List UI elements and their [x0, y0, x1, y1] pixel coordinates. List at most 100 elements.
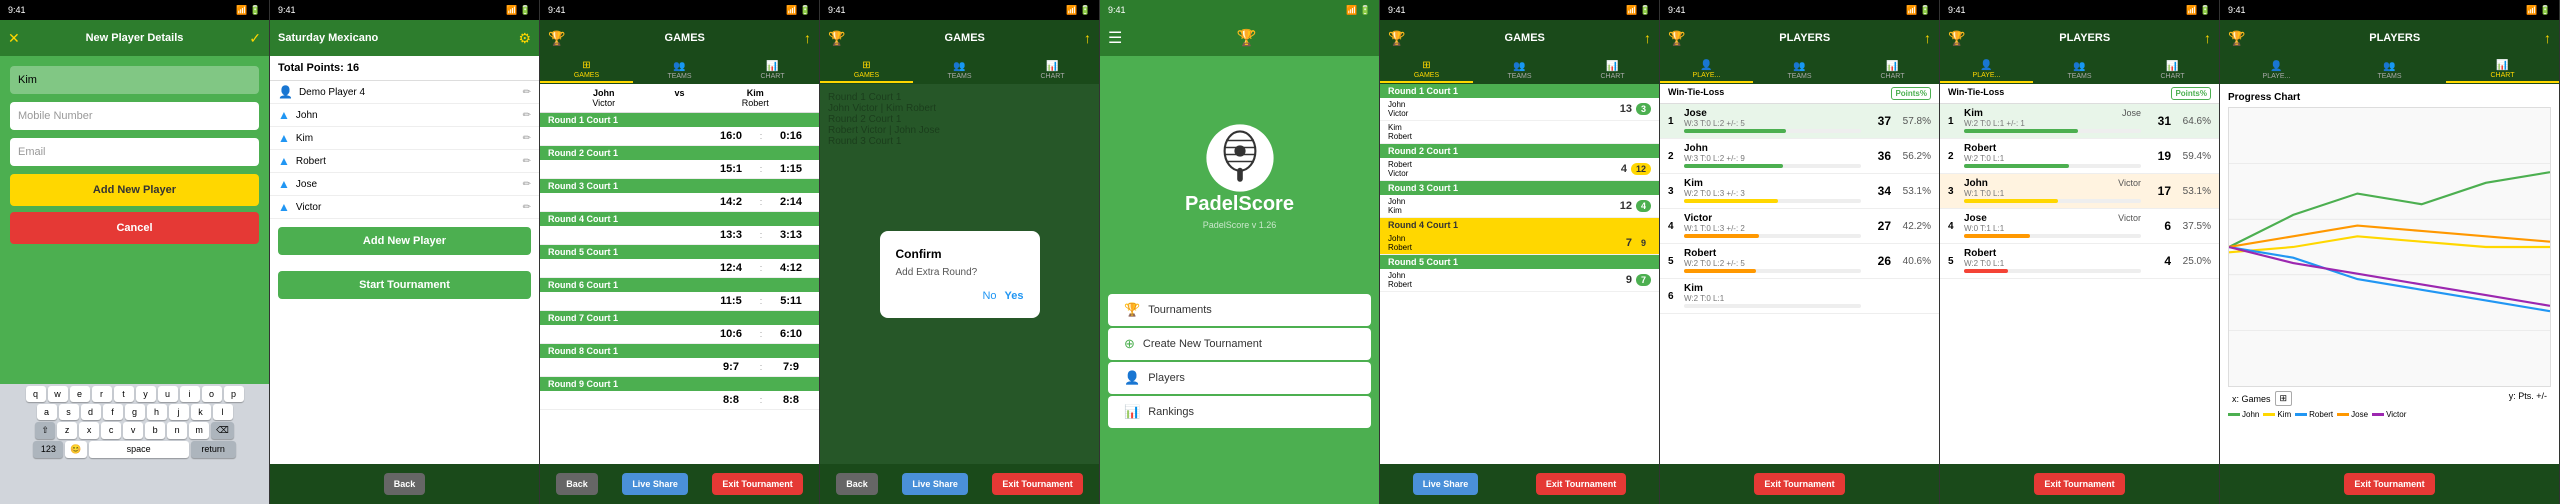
live-share-button-3[interactable]: Live Share	[622, 473, 688, 495]
r6-r1-t1: John	[1388, 100, 1620, 109]
kb-f[interactable]: f	[103, 404, 123, 420]
tab-games-4[interactable]: ⊞GAMES	[820, 58, 913, 83]
tab-chart-6[interactable]: 📊CHART	[1566, 59, 1659, 82]
kb-w[interactable]: w	[48, 386, 68, 402]
player-edit-robert[interactable]: ✏	[523, 156, 531, 167]
tab-teams-9[interactable]: 👥TEAMS	[2333, 59, 2446, 82]
back-button-4[interactable]: Back	[836, 473, 878, 495]
wtl-pct-john-8: 53.1%	[2171, 186, 2211, 197]
share-icon-7[interactable]: ↑	[1924, 30, 1931, 46]
kb-o[interactable]: o	[202, 386, 222, 402]
menu-players[interactable]: 👤 Players	[1108, 362, 1371, 394]
kb-m[interactable]: m	[189, 422, 209, 439]
kb-a[interactable]: a	[37, 404, 57, 420]
player-edit-jose[interactable]: ✏	[523, 179, 531, 190]
start-tournament-button[interactable]: Start Tournament	[278, 271, 531, 299]
kb-c[interactable]: c	[101, 422, 121, 439]
kb-s[interactable]: s	[59, 404, 79, 420]
kb-t[interactable]: t	[114, 386, 134, 402]
kb-j[interactable]: j	[169, 404, 189, 420]
menu-tournaments[interactable]: 🏆 Tournaments	[1108, 294, 1371, 326]
live-share-button-4[interactable]: Live Share	[902, 473, 968, 495]
player-edit-kim[interactable]: ✏	[523, 133, 531, 144]
tab-teams-7[interactable]: 👥TEAMS	[1753, 59, 1846, 82]
bottom-bar-4: Back Live Share Exit Tournament	[820, 464, 1099, 504]
hamburger-icon-5[interactable]: ☰	[1108, 28, 1122, 48]
wtl-header-pts-8[interactable]: Points%	[2171, 87, 2211, 100]
live-share-button-6[interactable]: Live Share	[1413, 473, 1479, 495]
kb-123[interactable]: 123	[33, 441, 63, 458]
back-button-2[interactable]: Back	[384, 473, 426, 495]
player-edit-victor[interactable]: ✏	[523, 202, 531, 213]
add-player-button[interactable]: Add New Player	[10, 174, 259, 206]
status-icons-8: 📶 🔋	[2186, 5, 2211, 16]
add-new-player-button-2[interactable]: Add New Player	[278, 227, 531, 255]
kb-l[interactable]: l	[213, 404, 233, 420]
kb-u[interactable]: u	[158, 386, 178, 402]
status-bar-4: 9:41 📶 🔋	[820, 0, 1099, 20]
kb-shift[interactable]: ⇧	[35, 422, 55, 439]
tab-chart-4[interactable]: 📊CHART	[1006, 59, 1099, 82]
kb-e[interactable]: e	[70, 386, 90, 402]
kb-r[interactable]: r	[92, 386, 112, 402]
exit-tournament-button-8[interactable]: Exit Tournament	[2034, 473, 2124, 495]
exit-tournament-button-7[interactable]: Exit Tournament	[1754, 473, 1844, 495]
confirm-yes-button[interactable]: Yes	[1005, 290, 1024, 302]
share-icon-4[interactable]: ↑	[1084, 30, 1091, 46]
kb-z[interactable]: z	[57, 422, 77, 439]
kb-v[interactable]: v	[123, 422, 143, 439]
share-icon-9[interactable]: ↑	[2544, 30, 2551, 46]
tab-chart-3[interactable]: 📊 CHART	[726, 59, 819, 82]
tab-chart-8[interactable]: 📊CHART	[2126, 59, 2219, 82]
score-row-2-3: 15:1 : 1:15	[540, 160, 819, 179]
back-button-3[interactable]: Back	[556, 473, 598, 495]
menu-create-tournament[interactable]: ⊕ Create New Tournament	[1108, 328, 1371, 360]
share-icon-6[interactable]: ↑	[1644, 30, 1651, 46]
kb-y[interactable]: y	[136, 386, 156, 402]
kb-g[interactable]: g	[125, 404, 145, 420]
tab-chart-7[interactable]: 📊CHART	[1846, 59, 1939, 82]
exit-tournament-button-4[interactable]: Exit Tournament	[992, 473, 1082, 495]
tab-players-8[interactable]: 👤PLAYE...	[1940, 58, 2033, 83]
kb-q[interactable]: q	[26, 386, 46, 402]
cancel-button[interactable]: Cancel	[10, 212, 259, 244]
tab-games-3[interactable]: ⊞ GAMES	[540, 58, 633, 83]
wtl-header-pts[interactable]: Points%	[1891, 87, 1931, 100]
settings-icon-2[interactable]: ⚙	[518, 30, 531, 47]
kb-i[interactable]: i	[180, 386, 200, 402]
kb-n[interactable]: n	[167, 422, 187, 439]
tab-teams-4[interactable]: 👥TEAMS	[913, 59, 1006, 82]
kb-k[interactable]: k	[191, 404, 211, 420]
close-icon-1[interactable]: ✕	[8, 30, 20, 47]
share-icon-8[interactable]: ↑	[2204, 30, 2211, 46]
tab-teams-3[interactable]: 👥 TEAMS	[633, 59, 726, 82]
menu-rankings[interactable]: 📊 Rankings	[1108, 396, 1371, 428]
tab-teams-8[interactable]: 👥TEAMS	[2033, 59, 2126, 82]
email-input[interactable]	[10, 138, 259, 166]
player-edit-john[interactable]: ✏	[523, 110, 531, 121]
kb-h[interactable]: h	[147, 404, 167, 420]
tab-games-6[interactable]: ⊞GAMES	[1380, 58, 1473, 83]
mobile-input[interactable]	[10, 102, 259, 130]
name-input[interactable]	[10, 66, 259, 94]
share-icon-3[interactable]: ↑	[804, 30, 811, 46]
tab-chart-9[interactable]: 📊CHART	[2446, 58, 2559, 83]
chart-icon-btn[interactable]: ⊞	[2275, 391, 2293, 406]
kb-x[interactable]: x	[79, 422, 99, 439]
exit-tournament-button-3[interactable]: Exit Tournament	[712, 473, 802, 495]
kb-d[interactable]: d	[81, 404, 101, 420]
exit-tournament-button-6[interactable]: Exit Tournament	[1536, 473, 1626, 495]
kb-delete[interactable]: ⌫	[211, 422, 234, 439]
confirm-no-button[interactable]: No	[982, 290, 996, 302]
kb-return[interactable]: return	[191, 441, 236, 458]
player-edit-demo[interactable]: ✏	[523, 87, 531, 98]
check-icon-1[interactable]: ✓	[249, 30, 261, 47]
kb-b[interactable]: b	[145, 422, 165, 439]
kb-emoji[interactable]: 😊	[65, 441, 86, 458]
tab-players-9[interactable]: 👤PLAYE...	[2220, 59, 2333, 82]
kb-space[interactable]: space	[89, 441, 189, 458]
exit-tournament-button-9[interactable]: Exit Tournament	[2344, 473, 2434, 495]
kb-p[interactable]: p	[224, 386, 244, 402]
tab-teams-6[interactable]: 👥TEAMS	[1473, 59, 1566, 82]
tab-players-7[interactable]: 👤PLAYE...	[1660, 58, 1753, 83]
